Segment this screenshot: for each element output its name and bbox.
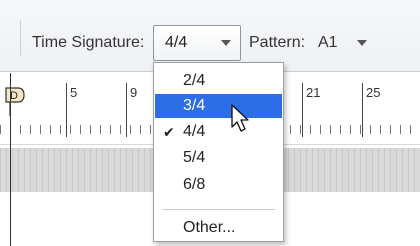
time-signature-value: 4/4: [165, 34, 188, 51]
menu-item-5-4[interactable]: 5/4: [155, 146, 282, 170]
bar-number: 9: [130, 85, 138, 100]
menu-separator: [162, 209, 275, 210]
menu-item-4-4[interactable]: ✔ 4/4: [155, 120, 282, 144]
time-signature-dropdown[interactable]: 4/4: [153, 25, 241, 61]
menu-item-label: 2/4: [183, 72, 206, 89]
time-signature-menu: 2/4 3/4 ✔ 4/4 5/4 6/8 Other...: [153, 62, 284, 242]
pattern-label: Pattern:: [249, 34, 306, 51]
menu-item-2-4[interactable]: 2/4: [155, 69, 282, 93]
track-left-edge: [10, 73, 11, 246]
menu-item-label: 6/8: [183, 176, 206, 193]
menu-item-3-4[interactable]: 3/4: [155, 94, 282, 118]
bar-number: 25: [366, 85, 381, 100]
menu-item-label: 4/4: [183, 123, 206, 140]
bar-number: 21: [306, 85, 321, 100]
bar-number: 5: [70, 85, 78, 100]
toolbar-separator: [20, 20, 21, 56]
playhead-letter: D: [10, 90, 18, 102]
pattern-chevron-down-icon[interactable]: [357, 40, 367, 46]
time-signature-label: Time Signature:: [32, 34, 145, 51]
playhead-marker-icon[interactable]: D: [4, 86, 26, 116]
menu-item-other[interactable]: Other...: [155, 216, 282, 240]
menu-item-label: Other...: [183, 219, 236, 236]
checkmark-icon: ✔: [163, 124, 175, 140]
mouse-pointer-icon: [231, 104, 249, 132]
menu-item-label: 3/4: [183, 97, 206, 114]
chevron-down-icon: [221, 40, 231, 46]
menu-item-label: 5/4: [183, 149, 206, 166]
pattern-dropdown[interactable]: A1: [318, 34, 338, 52]
menu-item-6-8[interactable]: 6/8: [155, 173, 282, 197]
